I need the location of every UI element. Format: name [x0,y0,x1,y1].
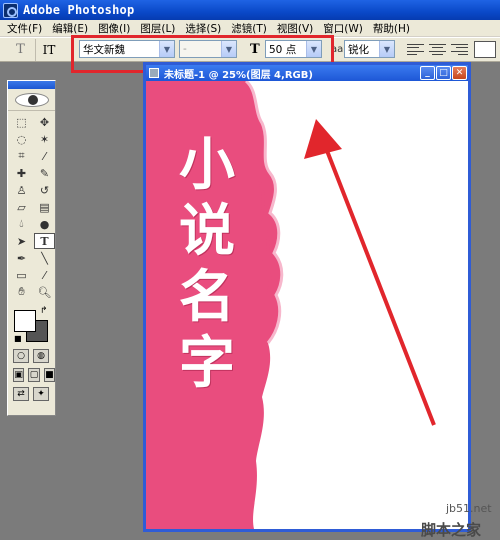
full-screen-mode-icon[interactable]: ■ [43,368,55,382]
menu-window[interactable]: 窗口(W) [318,21,368,36]
window-title: Adobe Photoshop [23,3,135,17]
document-title: 未标题-1 @ 25%(图层 4,RGB) [164,69,313,81]
type-tool-icon[interactable]: T [34,233,55,249]
toolbox-header [8,81,55,89]
notes-tool-icon[interactable]: ▭ [11,267,32,283]
standard-mode-icon[interactable]: ○ [13,349,29,363]
pen-tool-icon[interactable]: ✒ [11,250,32,266]
toolbox: ⬚ ✥ ◌ ✶ ⌗ ⁄ ✚ ✎ ♙ ↺ ▱ ▤ 💧︎ ● ➤ T ✒ ╲ ▭ ⁄… [7,80,56,416]
text-orientation-icon: IT [42,42,56,57]
menu-view[interactable]: 视图(V) [272,21,318,36]
type-tool-icon: T [16,42,25,57]
blur-tool-icon[interactable]: 💧︎ [11,216,32,232]
photoshop-eye-logo[interactable] [8,89,55,111]
font-size-select[interactable]: 50 点 ▼ [265,40,322,58]
font-size-icon: T [250,42,260,57]
menu-filter[interactable]: 滤镜(T) [226,21,272,36]
watermark-url: jb51.net [446,502,492,515]
move-tool-icon[interactable]: ✥ [34,114,55,130]
annotation-arrowhead [304,119,342,159]
quick-mask-mode-icon[interactable]: ◍ [33,349,49,363]
swap-colors-icon[interactable]: ↱ [40,306,48,316]
font-size-value: 50 点 [269,43,297,56]
path-selection-tool-icon[interactable]: ➤ [11,233,32,249]
marquee-tool-icon[interactable]: ⬚ [11,114,32,130]
crop-tool-icon[interactable]: ⌗ [11,148,32,164]
title-bar: Adobe Photoshop [0,0,500,20]
text-orientation-toggle[interactable]: IT [36,43,62,57]
clone-stamp-tool-icon[interactable]: ♙ [11,182,32,198]
document-window: 未标题-1 @ 25%(图层 4,RGB) _ □ ✕ 小 说 名 字 [143,62,471,532]
watermark-brand: 脚本之家 [421,521,482,539]
chevron-down-icon: ▼ [159,41,174,57]
color-swatches: ↱ ■ [12,306,55,344]
tool-preset-picker[interactable]: T [6,38,36,61]
menu-edit[interactable]: 编辑(E) [47,21,93,36]
magic-wand-tool-icon[interactable]: ✶ [34,131,55,147]
antialias-select[interactable]: 锐化 ▼ [344,40,395,58]
text-align-group [407,44,468,55]
title-char-1: 小 [179,133,235,198]
menu-file[interactable]: 文件(F) [2,21,47,36]
dodge-tool-icon[interactable]: ● [34,216,55,232]
title-char-4: 字 [179,331,235,396]
chevron-down-icon: ▼ [221,41,236,57]
maximize-button[interactable]: □ [436,66,451,80]
gradient-tool-icon[interactable]: ▤ [34,199,55,215]
full-screen-menu-mode-icon[interactable]: ▢ [28,368,40,382]
menu-bar: 文件(F) 编辑(E) 图像(I) 图层(L) 选择(S) 滤镜(T) 视图(V… [0,20,500,37]
title-char-2: 说 [179,199,235,264]
title-char-3: 名 [179,265,235,330]
text-color-swatch[interactable] [474,41,496,58]
document-icon [149,68,159,78]
antialias-value: 锐化 [348,43,369,56]
close-button[interactable]: ✕ [452,66,467,80]
menu-layer[interactable]: 图层(L) [135,21,180,36]
jump-to-imageready-icon[interactable]: ⇄ [13,387,29,401]
chevron-down-icon: ▼ [379,41,394,57]
font-family-value: 华文新魏 [83,43,125,56]
antialias-icon: aa [331,44,344,55]
standard-screen-mode-icon[interactable]: ▣ [13,368,25,382]
default-colors-icon[interactable]: ■ [14,334,22,343]
lasso-tool-icon[interactable]: ◌ [11,131,32,147]
font-style-value: - [183,43,187,55]
eraser-tool-icon[interactable]: ▱ [11,199,32,215]
annotation-arrow-shaft [322,142,436,426]
hand-tool-icon[interactable]: ✋︎ [11,284,32,300]
healing-brush-tool-icon[interactable]: ✚ [11,165,32,181]
font-family-select[interactable]: 华文新魏 ▼ [79,40,175,58]
window-controls: _ □ ✕ [420,66,467,80]
menu-select[interactable]: 选择(S) [180,21,226,36]
font-style-select[interactable]: - ▼ [179,40,237,58]
align-right-icon[interactable] [451,44,468,55]
zoom-tool-icon[interactable]: 🔍︎ [34,284,55,300]
brush-tool-icon[interactable]: ✎ [34,165,55,181]
menu-help[interactable]: 帮助(H) [368,21,415,36]
align-left-icon[interactable] [407,44,424,55]
align-center-icon[interactable] [429,44,446,55]
minimize-button[interactable]: _ [420,66,435,80]
vertical-title-text[interactable]: 小 说 名 字 [172,133,242,397]
photoshop-icon [3,2,18,18]
chevron-down-icon: ▼ [306,41,321,57]
line-tool-icon[interactable]: ╲ [34,250,55,266]
document-canvas[interactable]: 小 说 名 字 [146,81,468,529]
slice-tool-icon[interactable]: ⁄ [34,148,55,164]
foreground-color-swatch[interactable] [14,310,36,332]
imageready-icon[interactable]: ✦ [33,387,49,401]
history-brush-tool-icon[interactable]: ↺ [34,182,55,198]
menu-image[interactable]: 图像(I) [93,21,135,36]
eyedropper-tool-icon[interactable]: ⁄ [34,267,55,283]
